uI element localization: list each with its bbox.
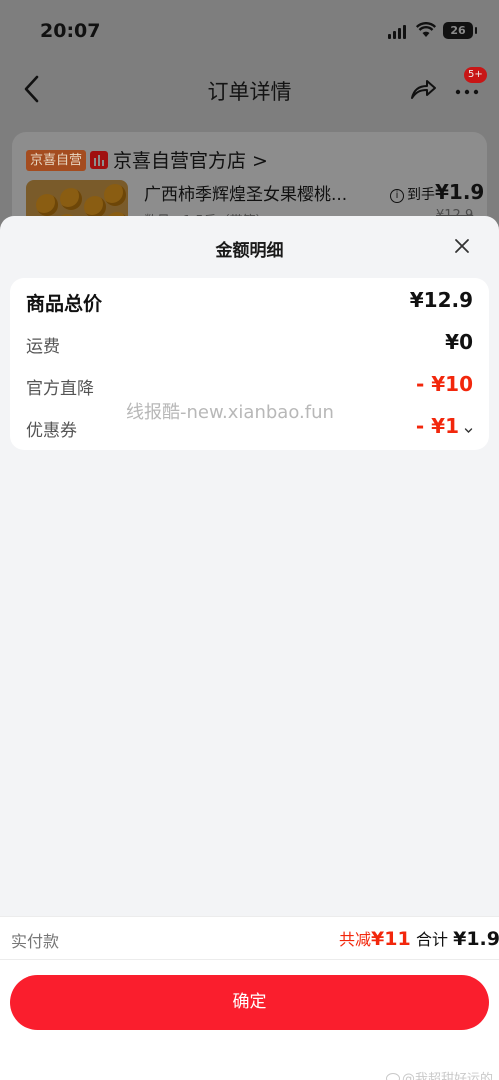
share-icon[interactable] [408,74,438,104]
arrive-price: i 到手¥1.9 [390,180,484,204]
info-icon[interactable]: i [390,189,404,203]
reduce-amount: ¥11 [371,928,411,950]
weibo-icon [386,1073,400,1080]
store-type-badge: 京喜自营 [26,150,87,171]
wifi-icon [416,22,436,37]
confirm-area: 确定 @我超甜好运的 [0,960,499,1080]
coupon-label: 优惠券 [26,421,77,441]
battery-icon: 26 [443,22,477,39]
status-bar: 20:07 26 [0,0,499,62]
store-name-link[interactable]: 京喜自营官方店 > [113,146,268,173]
payment-bar: 实付款 共减¥11 合计 ¥1.9 [0,916,499,960]
amount-detail-sheet: 金额明细 商品总价 ¥12.9 运费 ¥0 官方直降 - ¥10 优惠券 - ¥… [0,216,499,1080]
nav-bar: 订单详情 [0,62,499,118]
sheet-title: 金额明细 [215,241,284,261]
actual-payment-label: 实付款 [11,932,60,951]
total-reduction: 共减¥11 [339,926,411,950]
amount-detail-card: 商品总价 ¥12.9 运费 ¥0 官方直降 - ¥10 优惠券 - ¥1 [10,278,489,450]
total-amount: ¥1.9 [453,928,499,950]
weibo-handle: @我超甜好运的 [402,1072,494,1080]
status-time: 20:07 [40,20,101,42]
watermark-text: 线报酷-new.xianbao.fun [126,402,334,423]
product-name: 广西柿季辉煌圣女果樱桃... [144,185,348,205]
shipping-value: ¥0 [445,330,473,354]
chevron-down-icon[interactable] [464,426,473,435]
close-icon[interactable] [452,236,472,256]
store-icon [90,151,108,169]
arrive-price-value: ¥1.9 [435,180,485,204]
goods-total-value: ¥12.9 [409,288,473,312]
confirm-button[interactable]: 确定 [10,975,489,1030]
reduce-prefix: 共减 [339,930,372,949]
official-discount-label: 官方直降 [26,379,94,399]
coupon-value: - ¥1 [415,414,459,438]
row-goods-total: 商品总价 ¥12.9 [10,282,489,322]
goods-total-label: 商品总价 [26,293,103,315]
row-shipping: 运费 ¥0 [10,324,489,364]
official-discount-value: - ¥10 [415,372,473,396]
arrive-label: 到手 [407,187,435,203]
notification-badge: 5+ [464,67,487,83]
total-prefix: 合计 [416,930,449,949]
shipping-label: 运费 [26,337,60,357]
payment-total: 合计 ¥1.9 [416,926,499,950]
cellular-signal-icon [388,25,408,39]
weibo-watermark: @我超甜好运的 [386,1068,493,1080]
